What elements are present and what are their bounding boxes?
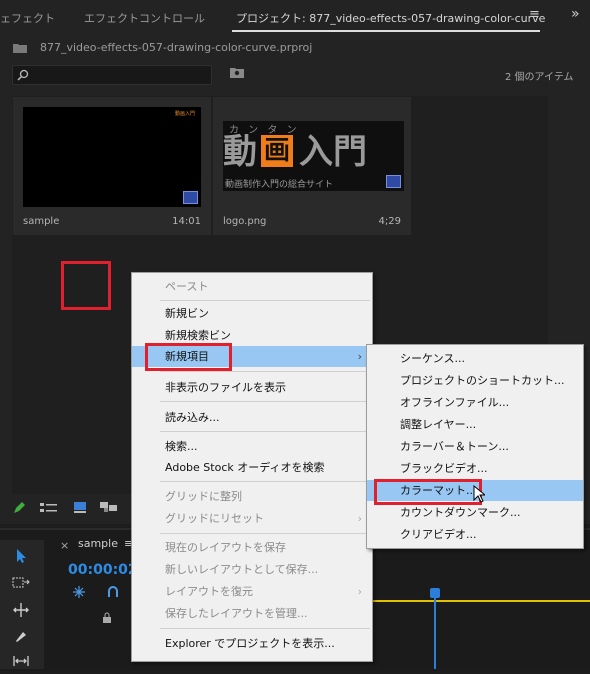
annotation-box-color-matte [374, 479, 482, 505]
menu-separator [160, 533, 370, 534]
menu-separator [160, 481, 370, 482]
linked-selection-icon[interactable] [106, 585, 120, 599]
sample-thumbnail: 動画入門 [23, 107, 201, 207]
menu-item-align-to-grid[interactable]: グリッドに整列 [132, 486, 372, 507]
work-area-bar[interactable] [372, 600, 590, 602]
tab-project[interactable]: プロジェクト: 877_video-effects-057-drawing-co… [236, 10, 545, 26]
selection-tool-icon[interactable] [10, 548, 32, 568]
context-menu: ペースト 新規ビン 新規検索ビン 新規項目 › 非表示のファイルを表示 読み込み.… [131, 272, 373, 662]
item-count: 2 個のアイテム [505, 72, 574, 83]
annotation-box-new-item [145, 343, 232, 371]
menu-item-new-bin[interactable]: 新規ビン [132, 303, 372, 324]
item-name: sample [23, 216, 60, 227]
list-view-icon[interactable] [40, 502, 58, 514]
slip-tool-icon[interactable] [10, 654, 32, 674]
submenu-item-offline-file[interactable]: オフラインファイル... [367, 392, 583, 413]
menu-separator [160, 371, 370, 372]
search-icon [17, 69, 29, 81]
submenu-item-project-shortcut[interactable]: プロジェクトのショートカット... [367, 370, 583, 391]
mouse-cursor-icon [473, 485, 485, 503]
submenu-item-transparent-video[interactable]: クリアビデオ... [367, 524, 583, 545]
tab-effects[interactable]: ェフェクト [0, 10, 55, 26]
submenu-item-black-video[interactable]: ブラックビデオ... [367, 458, 583, 479]
menu-item-restore-layout[interactable]: レイアウトを復元 › [132, 581, 372, 602]
thumbnail-watermark: 動画入門 [174, 111, 195, 117]
menu-separator [160, 431, 370, 432]
close-sequence-icon[interactable]: × [60, 539, 69, 552]
item-duration: 4;29 [378, 216, 401, 227]
submenu-item-adjustment-layer[interactable]: 調整レイヤー... [367, 414, 583, 435]
new-search-bin-icon[interactable] [229, 66, 245, 80]
menu-separator [160, 401, 370, 402]
track-lock-icon[interactable] [102, 612, 112, 624]
menu-item-save-as-new-layout[interactable]: 新しいレイアウトとして保存... [132, 559, 372, 580]
active-tab-indicator [232, 30, 540, 32]
project-path: 877_video-effects-057-drawing-color-curv… [40, 41, 313, 54]
item-name: logo.png [223, 216, 267, 227]
track-select-tool-icon[interactable] [10, 576, 32, 596]
submenu-item-sequence[interactable]: シーケンス... [367, 348, 583, 369]
logo-char-1: 動 [223, 132, 257, 172]
playhead-line [434, 590, 436, 669]
menu-separator [160, 628, 370, 629]
menu-item-search-adobe-stock-audio[interactable]: Adobe Stock オーディオを検索 [132, 457, 372, 478]
menu-item-save-current-layout[interactable]: 現在のレイアウトを保存 [132, 537, 372, 558]
new-item-submenu: シーケンス... プロジェクトのショートカット... オフラインファイル... … [366, 344, 584, 549]
menu-separator [160, 300, 370, 301]
freeform-view-icon[interactable] [99, 501, 121, 514]
logo-thumbnail: カ ン タ ン 動 画 入門 動画制作入門の総合サイト [223, 121, 404, 191]
menu-item-manage-saved-layouts[interactable]: 保存したレイアウトを管理... [132, 603, 372, 624]
timecode[interactable]: 00:00:02 [68, 562, 138, 578]
menu-item-paste[interactable]: ペースト [132, 276, 372, 297]
pencil-icon[interactable] [12, 501, 26, 515]
overflow-icon[interactable]: » [571, 6, 580, 22]
logo-char-2: 画 [261, 135, 293, 167]
item-duration: 14:01 [172, 216, 201, 227]
menu-item-reset-to-grid[interactable]: グリッドにリセット › [132, 508, 372, 529]
project-item-sample[interactable]: 動画入門 sample 14:01 [13, 97, 211, 235]
snap-icon[interactable] [72, 585, 86, 599]
sequence-badge-icon [183, 191, 198, 204]
still-image-badge-icon [386, 175, 401, 188]
submenu-item-bars-and-tone[interactable]: カラーバー＆トーン... [367, 436, 583, 457]
icon-view-icon[interactable] [73, 501, 87, 514]
project-file-icon [12, 42, 28, 54]
menu-item-import[interactable]: 読み込み... [132, 407, 372, 428]
annotation-box-click-point [61, 261, 111, 310]
project-item-logo[interactable]: カ ン タ ン 動 画 入門 動画制作入門の総合サイト logo.png 4;2… [213, 97, 411, 235]
ripple-edit-tool-icon[interactable] [10, 602, 32, 622]
panel-tab-bar: ェフェクト エフェクトコントロール プロジェクト: 877_video-effe… [0, 0, 590, 35]
tools-panel [0, 540, 44, 669]
menu-item-show-hidden-files[interactable]: 非表示のファイルを表示 [132, 377, 372, 398]
panel-menu-icon[interactable]: ≡ [529, 7, 540, 22]
sequence-tab[interactable]: sample [78, 537, 118, 550]
search-input[interactable] [12, 65, 212, 85]
tab-effect-controls[interactable]: エフェクトコントロール [84, 10, 205, 26]
razor-tool-icon[interactable] [10, 628, 32, 648]
logo-char-3: 入門 [299, 132, 367, 172]
submenu-item-countdown-leader[interactable]: カウントダウンマーク... [367, 502, 583, 523]
menu-item-find[interactable]: 検索... [132, 436, 372, 457]
menu-item-reveal-in-explorer[interactable]: Explorer でプロジェクトを表示... [132, 633, 372, 654]
logo-subtitle: 動画制作入門の総合サイト [225, 180, 334, 190]
